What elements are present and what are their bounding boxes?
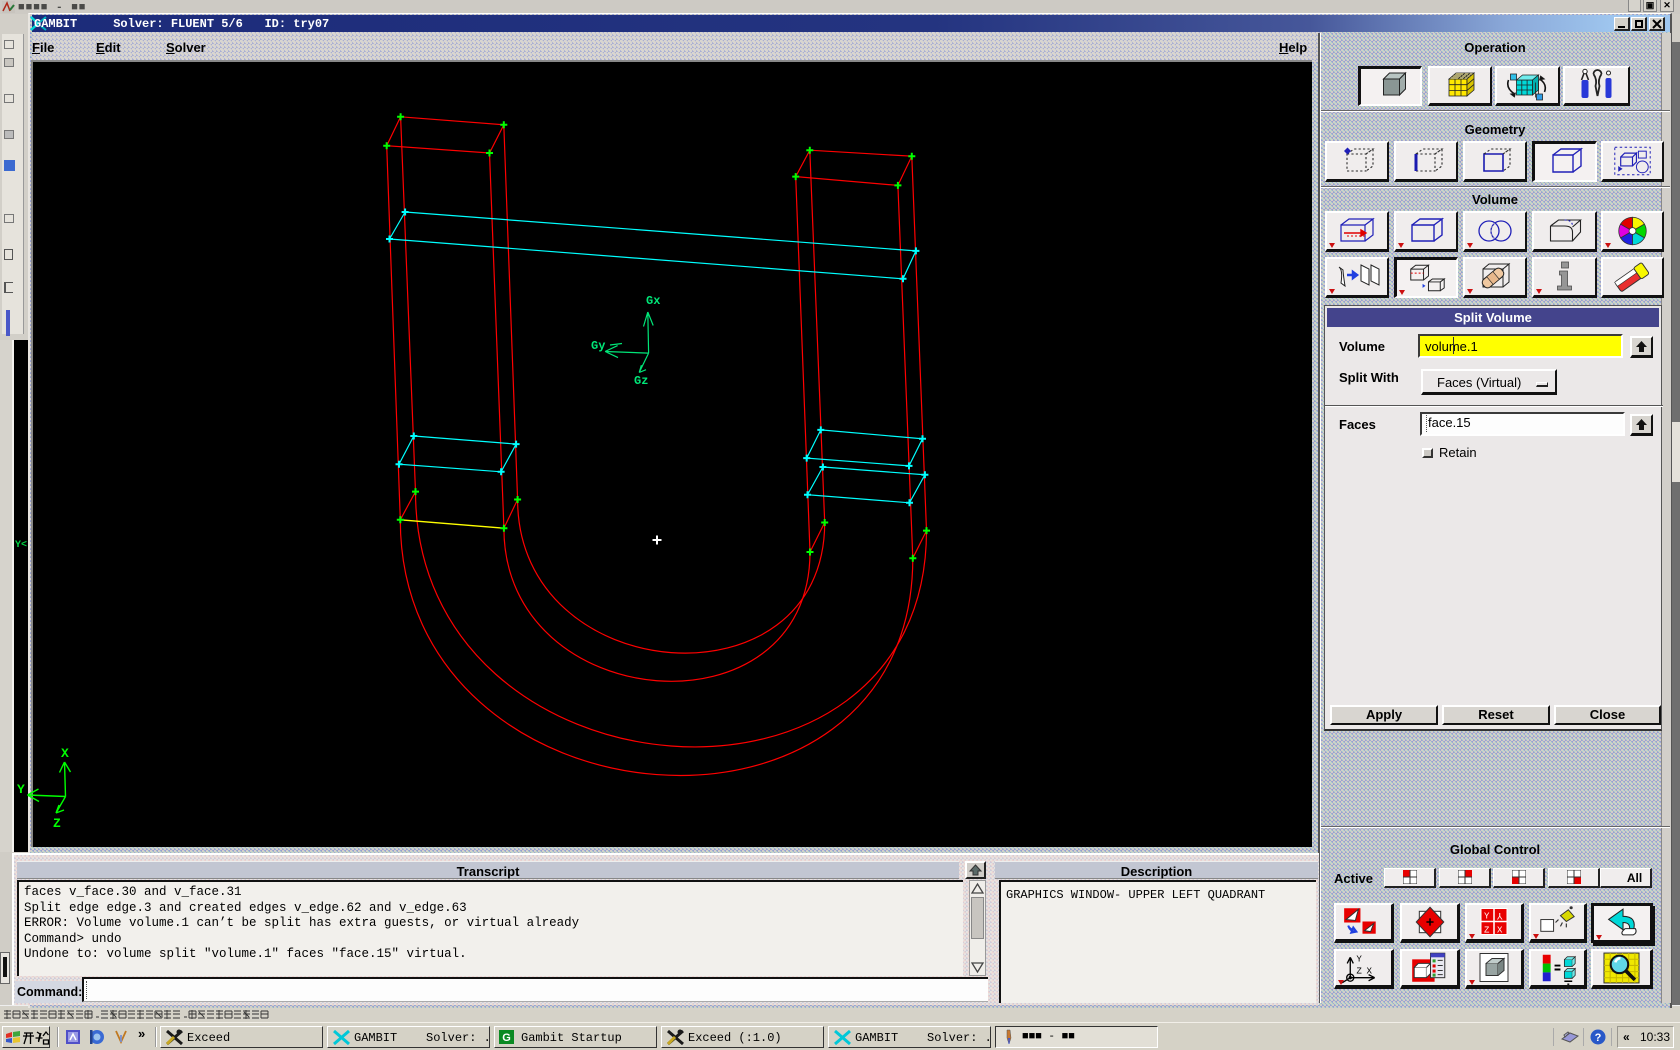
svg-text:X: X	[1497, 926, 1503, 936]
svg-text:?: ?	[1595, 1032, 1602, 1044]
svg-text:Y: Y	[1356, 953, 1362, 964]
svg-text:G: G	[502, 1032, 511, 1044]
svg-text:Gy: Gy	[591, 339, 605, 353]
svg-text:Y: Y	[1484, 912, 1490, 922]
svg-text:X: X	[1367, 966, 1373, 977]
svg-text:Gz: Gz	[634, 374, 648, 388]
svg-text:⅄: ⅄	[1496, 913, 1503, 923]
svg-text:Z: Z	[1484, 926, 1490, 936]
svg-text:X: X	[61, 746, 69, 761]
svg-text:Z: Z	[53, 816, 61, 830]
svg-text:Z: Z	[1356, 966, 1362, 977]
svg-text:Gx: Gx	[646, 294, 660, 308]
svg-text:Y: Y	[17, 782, 25, 797]
